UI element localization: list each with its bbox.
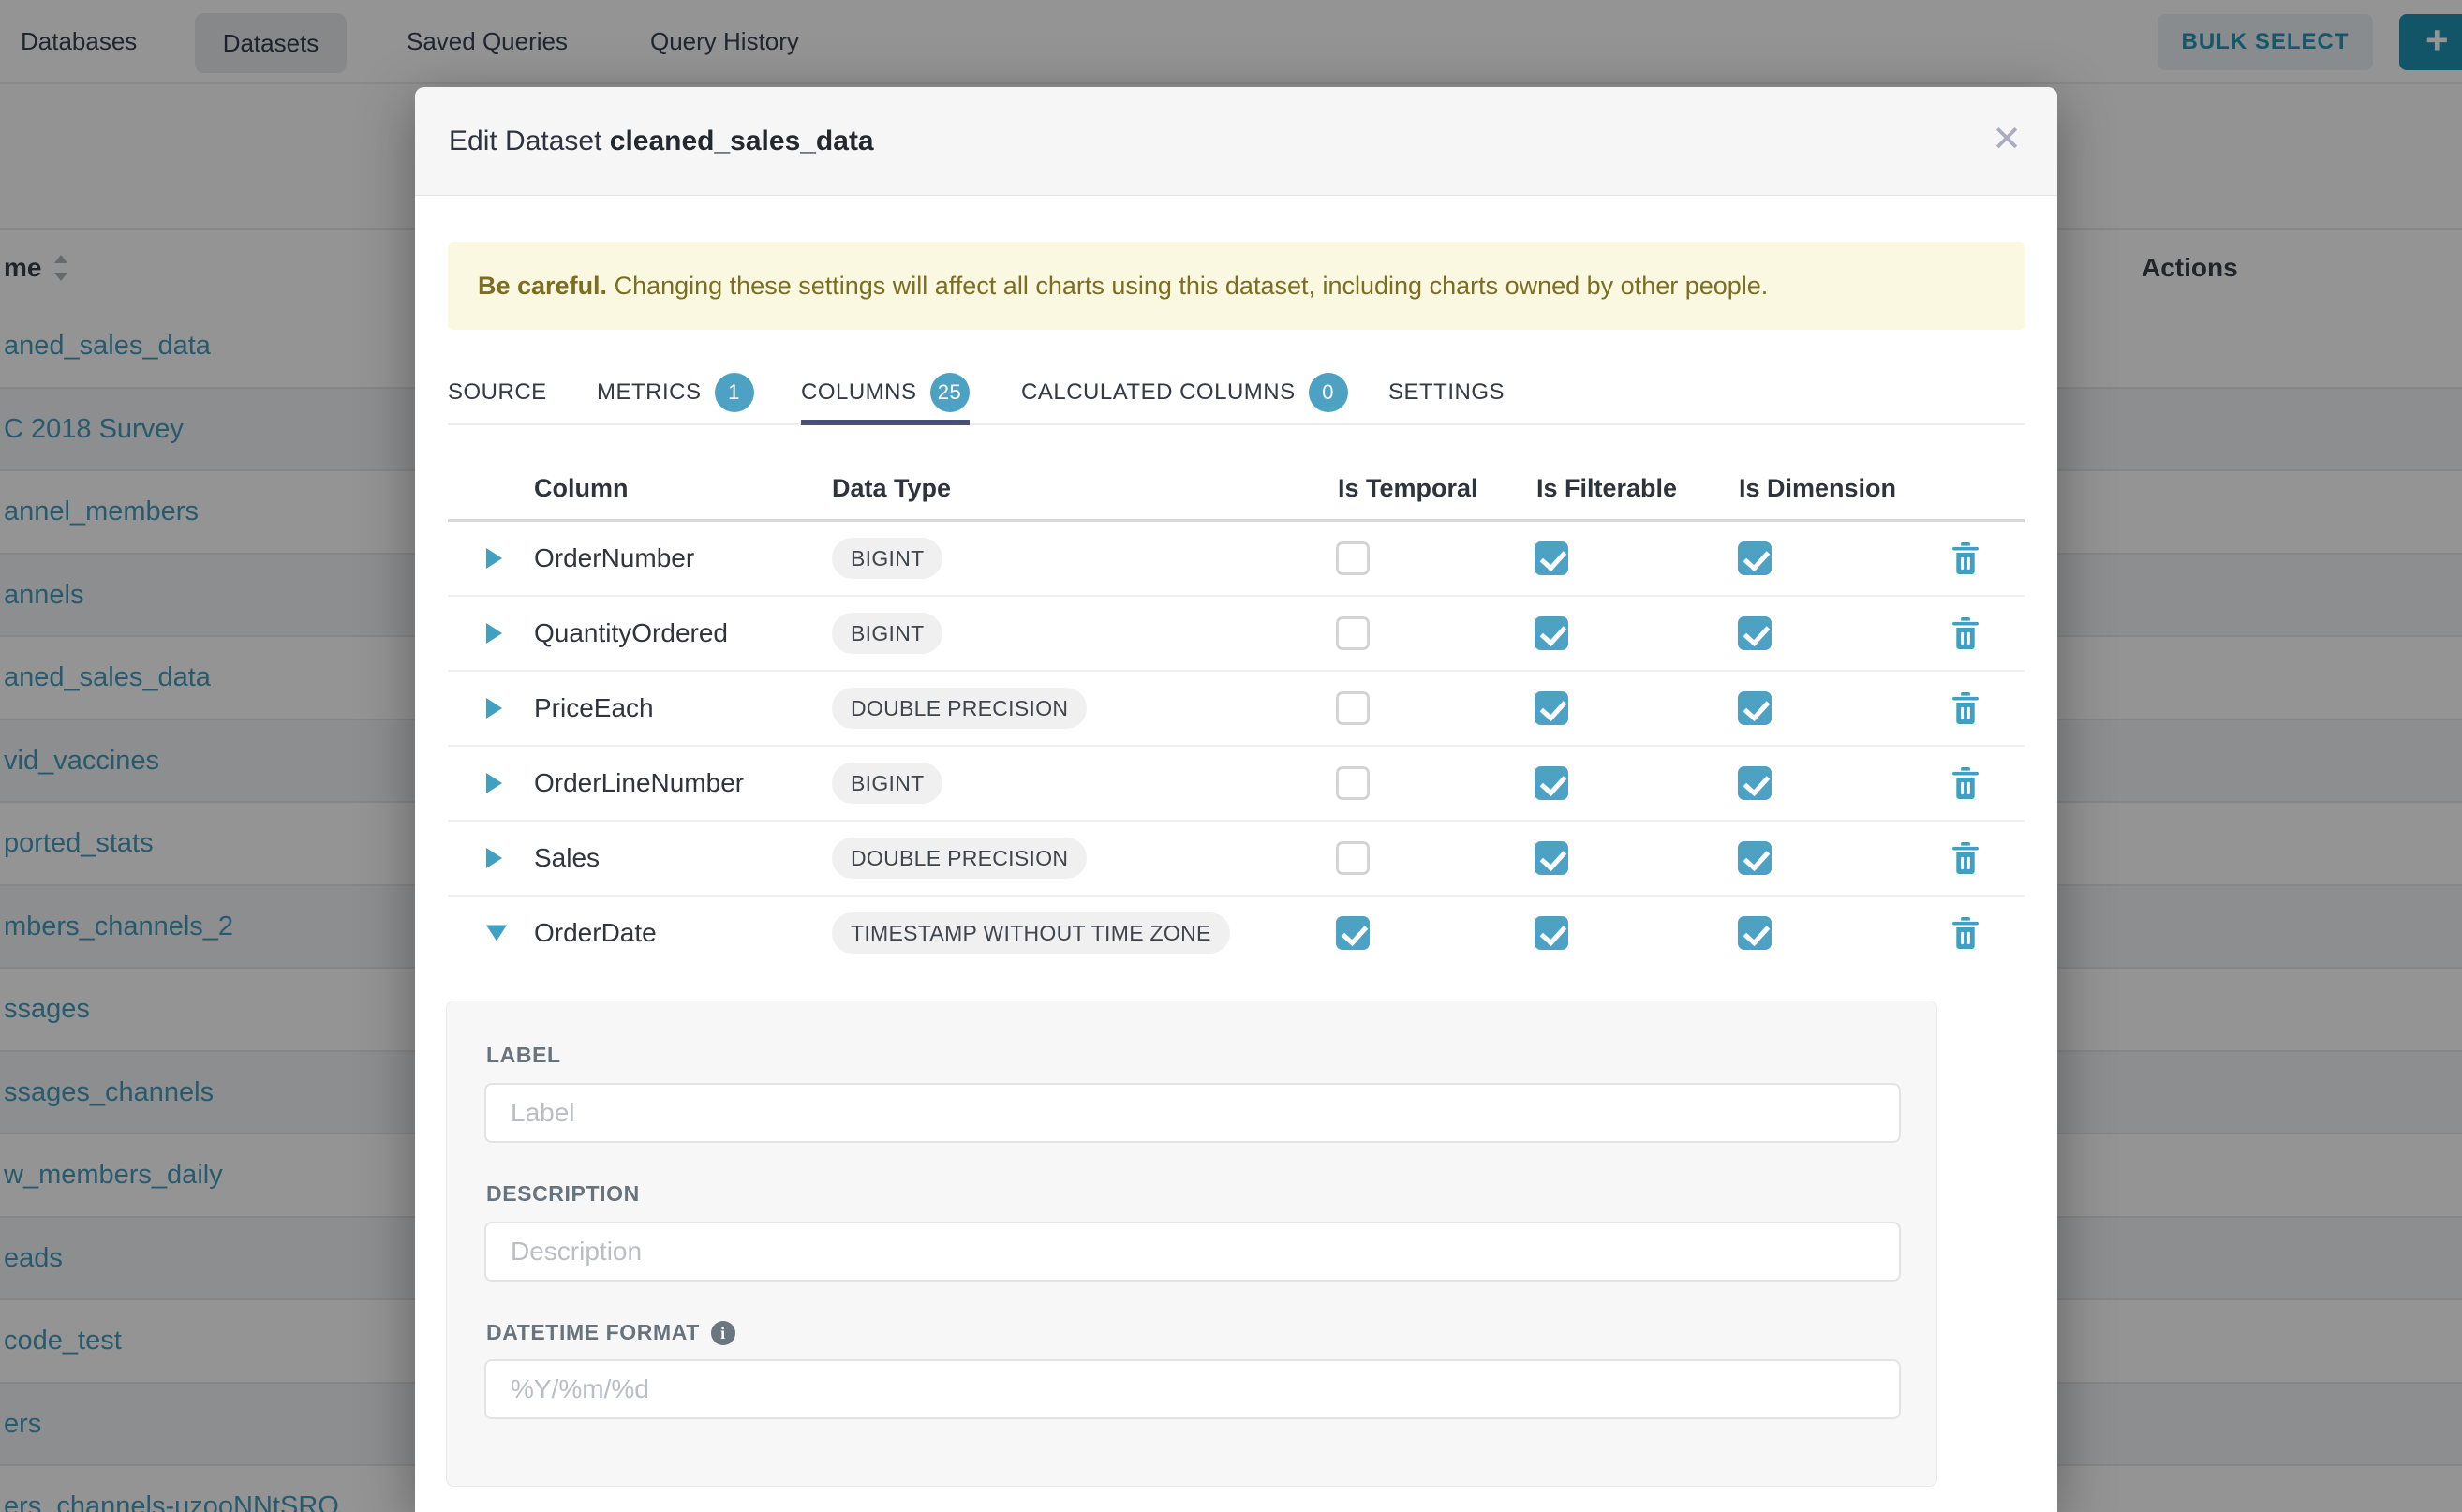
modal-title-dataset-name: cleaned_sales_data [610,126,874,156]
description-field-label-text: DESCRIPTION [486,1181,640,1207]
column-name: OrderNumber [534,522,694,595]
tab-label: COLUMNS [801,379,917,406]
is-dimension-checkbox[interactable] [1738,541,1772,575]
description-input[interactable] [484,1222,1901,1282]
is-temporal-checkbox[interactable] [1336,616,1370,650]
expand-caret-icon[interactable] [486,848,502,868]
warning-banner-text: Changing these settings will affect all … [607,272,1768,300]
is-dimension-checkbox[interactable] [1738,616,1772,650]
label-field-label-text: LABEL [486,1043,561,1068]
is-dimension-checkbox[interactable] [1738,691,1772,725]
is-dimension-checkbox[interactable] [1738,766,1772,800]
delete-column-icon[interactable] [1951,767,1980,799]
delete-column-icon[interactable] [1951,542,1980,574]
warning-banner: Be careful. Changing these settings will… [448,242,2025,330]
tab-badge: 1 [715,373,754,412]
expand-caret-icon[interactable] [486,548,502,569]
datetime-format-input[interactable] [484,1359,1901,1419]
tab-columns[interactable]: COLUMNS 25 [801,361,970,423]
data-type-pill: DOUBLE PRECISION [832,838,1087,879]
is-filterable-checkbox[interactable] [1535,916,1568,950]
delete-column-icon[interactable] [1951,617,1980,649]
data-type-pill: BIGINT [832,763,942,804]
is-dimension-checkbox[interactable] [1738,916,1772,950]
collapse-caret-icon[interactable] [486,926,507,941]
is-filterable-checkbox[interactable] [1535,766,1568,800]
column-row-orderdate: OrderDate TIMESTAMP WITHOUT TIME ZONE [448,897,2025,970]
columns-header-data-type: Data Type [832,460,951,516]
column-row-orderlinenumber: OrderLineNumber BIGINT [448,747,2025,822]
tab-source[interactable]: SOURCE [448,361,547,423]
columns-header-column: Column [534,460,629,516]
columns-header-is-filterable: Is Filterable [1536,460,1677,516]
tab-label: SOURCE [448,379,547,406]
modal-title-prefix: Edit Dataset [449,126,610,156]
delete-column-icon[interactable] [1951,917,1980,949]
expand-caret-icon[interactable] [486,623,502,644]
columns-rows: OrderNumber BIGINT QuantityOrdered BIGIN… [448,522,2025,970]
column-name: PriceEach [534,672,654,745]
delete-column-icon[interactable] [1951,842,1980,874]
tab-metrics[interactable]: METRICS 1 [597,361,754,423]
tab-label: SETTINGS [1388,379,1505,406]
is-filterable-checkbox[interactable] [1535,841,1568,875]
modal-header: Edit Dataset cleaned_sales_data ✕ [415,87,2057,196]
tab-label: CALCULATED COLUMNS [1021,379,1296,406]
tab-badge: 0 [1309,373,1348,412]
edit-dataset-modal: Edit Dataset cleaned_sales_data ✕ Be car… [415,87,2057,1512]
is-temporal-checkbox[interactable] [1336,691,1370,725]
tab-settings[interactable]: SETTINGS [1388,361,1505,423]
is-temporal-checkbox[interactable] [1336,766,1370,800]
label-field-label: LABEL [486,1043,561,1068]
is-temporal-checkbox[interactable] [1336,541,1370,575]
column-row-priceeach: PriceEach DOUBLE PRECISION [448,672,2025,747]
tab-calculated-columns[interactable]: CALCULATED COLUMNS 0 [1021,361,1348,423]
column-row-quantityordered: QuantityOrdered BIGINT [448,597,2025,672]
tab-badge: 25 [930,373,970,412]
column-name: OrderLineNumber [534,747,744,820]
modal-title: Edit Dataset cleaned_sales_data [449,87,874,195]
warning-banner-bold: Be careful. [478,272,607,300]
datasets-page: Databases Datasets Saved Queries Query H… [0,0,2462,1512]
column-detail-panel: LABEL DESCRIPTION DATETIME FORMAT i [446,1001,1937,1487]
is-filterable-checkbox[interactable] [1535,691,1568,725]
data-type-pill: BIGINT [832,613,942,654]
column-name: Sales [534,822,600,895]
expand-caret-icon[interactable] [486,698,502,719]
data-type-pill: DOUBLE PRECISION [832,688,1087,729]
tab-label: METRICS [597,379,702,406]
is-temporal-checkbox[interactable] [1336,916,1370,950]
label-input[interactable] [484,1083,1901,1143]
columns-header-is-dimension: Is Dimension [1739,460,1896,516]
close-icon[interactable]: ✕ [1992,87,2022,195]
data-type-pill: TIMESTAMP WITHOUT TIME ZONE [832,912,1230,954]
column-row-ordernumber: OrderNumber BIGINT [448,522,2025,597]
datetime-format-field-label: DATETIME FORMAT i [486,1320,735,1345]
data-type-pill: BIGINT [832,538,942,579]
column-row-sales: Sales DOUBLE PRECISION [448,822,2025,897]
description-field-label: DESCRIPTION [486,1181,640,1207]
column-name: QuantityOrdered [534,597,728,670]
expand-caret-icon[interactable] [486,773,502,793]
column-name: OrderDate [534,897,657,970]
is-dimension-checkbox[interactable] [1738,841,1772,875]
columns-header-is-temporal: Is Temporal [1338,460,1478,516]
is-temporal-checkbox[interactable] [1336,841,1370,875]
is-filterable-checkbox[interactable] [1535,541,1568,575]
datetime-format-label-text: DATETIME FORMAT [486,1320,700,1345]
is-filterable-checkbox[interactable] [1535,616,1568,650]
delete-column-icon[interactable] [1951,692,1980,724]
modal-tabs: SOURCE METRICS 1 COLUMNS 25 CALCULATED COL… [448,361,2025,425]
info-icon[interactable]: i [711,1321,735,1345]
